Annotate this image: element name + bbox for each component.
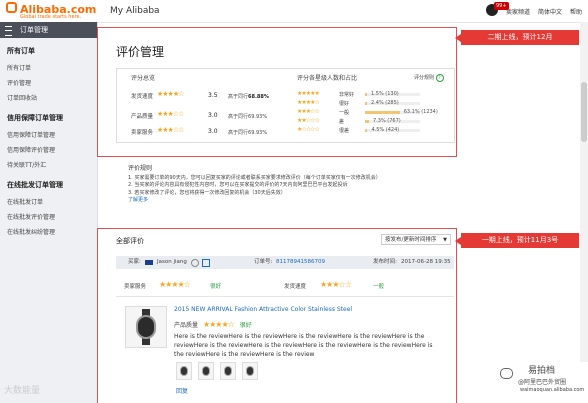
quality-label: 产品质量	[174, 322, 199, 329]
watch-icon	[202, 366, 210, 376]
quality-text: 很好	[239, 322, 252, 329]
clock-icon	[191, 259, 199, 267]
top-bar: Alibaba.com Global trade starts here. My…	[0, 0, 588, 23]
quality-stars: ★★★★☆	[202, 320, 235, 329]
watch-icon	[136, 315, 156, 339]
rules-title: 评价规则	[128, 165, 153, 172]
review-text: Here is the reviewHere is the reviewHere…	[174, 333, 433, 358]
watermark-right-sub: @阿里巴巴外贸圈	[518, 379, 567, 386]
rules-line: 1. 买家需要订单的90天内，您可以回复买家的评论或者联系买家要求修改评价（每个…	[128, 174, 381, 181]
order-number-link[interactable]: 81178941586709	[276, 256, 325, 269]
message-icon[interactable]	[202, 259, 210, 267]
language-link[interactable]: 简体中文	[538, 7, 562, 16]
sidebar-header-label: 订单管理	[20, 26, 48, 34]
product-title-link[interactable]: 2015 NEW ARRIVAL Fashion Attractive Colo…	[174, 306, 352, 313]
shipping-text: 一般	[373, 284, 385, 290]
shipping-stars: ★★★☆☆	[320, 280, 352, 289]
sidebar: 订单管理 所有订单 所有订单 评价管理 订单回收站 信用保障订单管理 信用保障订…	[0, 22, 98, 403]
seller-channel-link[interactable]: 卖家频道	[506, 7, 530, 16]
sidebar-item-wholesale-disputes[interactable]: 在线批发纠纷管理	[0, 224, 97, 239]
chevron-down-icon: ▼	[443, 237, 447, 243]
sidebar-item-trade-assurance-reviews[interactable]: 信用保障评价管理	[0, 142, 97, 157]
sidebar-section-title: 所有订单	[7, 47, 35, 55]
watch-icon	[224, 366, 232, 376]
scrollbar-thumb[interactable]	[581, 82, 587, 142]
all-reviews-title: 全部评价	[116, 237, 144, 245]
user-avatar[interactable]: 99+	[485, 2, 509, 18]
rules-line: 3. 若买家修改了评论，您也将获得一次修改回复的机会（30天后失效）	[128, 189, 286, 196]
notification-badge: 99+	[493, 2, 509, 10]
flag-icon	[145, 260, 153, 265]
sidebar-section-title: 在线批发订单管理	[7, 181, 63, 189]
watch-icon	[180, 366, 188, 376]
review-time: 2017-06-28 19:35	[401, 259, 451, 265]
reply-link[interactable]: 回复	[176, 386, 188, 395]
review-image-thumb[interactable]	[198, 362, 214, 380]
sidebar-item-wholesale-orders[interactable]: 在线批发订单	[0, 194, 97, 209]
review-image-thumb[interactable]	[242, 362, 258, 380]
sidebar-header[interactable]: 订单管理	[0, 22, 97, 38]
help-link[interactable]: 帮助	[570, 7, 582, 16]
buyer-name[interactable]: Jason jiang	[157, 256, 187, 269]
top-right-nav: 99+ 卖家频道 简体中文 帮助	[485, 2, 582, 18]
divider	[116, 296, 454, 297]
callout-phase1: 一期上线，预计11月3号	[455, 233, 579, 248]
review-image-thumb[interactable]	[176, 362, 192, 380]
alibaba-logo-icon	[6, 2, 17, 13]
callout-phase2: 二期上线，预计12月	[455, 30, 579, 45]
buyer-label: 买家:	[128, 259, 141, 265]
product-image[interactable]	[125, 306, 167, 348]
review-rules: 评价规则 1. 买家需要订单的90天内，您可以回复买家的评论或者联系买家要求修改…	[128, 165, 448, 205]
product-quality-row: 产品质量 ★★★★☆ 很好	[174, 320, 252, 329]
time-label: 发布时间:	[373, 259, 397, 265]
review-header-row: 买家: Jason jiang 订单号: 81178941586709 发布时间…	[116, 256, 454, 269]
watch-icon	[246, 366, 254, 376]
rules-line: 2. 当买家的评论内容具有侵犯性内容时，您可以在买家提交的评价的7天内向阿里巴巴…	[128, 182, 348, 188]
seller-service-text: 很好	[210, 284, 222, 290]
sort-select[interactable]: 按发布/更新时间排序 ▼	[381, 234, 451, 245]
sidebar-item-trade-assurance-orders[interactable]: 信用保障订单管理	[0, 127, 97, 142]
review-images	[176, 362, 258, 380]
sidebar-item-tt-link[interactable]: 待关联TT/外汇	[0, 157, 97, 172]
sidebar-item-recycle-bin[interactable]: 订单回收站	[0, 90, 97, 105]
shipping-label: 发货速度	[284, 284, 307, 290]
sidebar-item-all-orders[interactable]: 所有订单	[0, 60, 97, 75]
sidebar-item-review-management[interactable]: 评价管理	[0, 75, 97, 90]
sidebar-item-wholesale-reviews[interactable]: 在线批发评价管理	[0, 209, 97, 224]
watermark-right: 易拍档	[528, 366, 556, 376]
sort-select-value: 按发布/更新时间排序	[385, 237, 437, 243]
wechat-icon	[500, 368, 513, 379]
watermark-left: 大数能量	[4, 386, 41, 396]
seller-service-label: 卖家服务	[124, 284, 147, 290]
seller-service-stars: ★★★★☆	[159, 280, 191, 289]
scrollbar[interactable]	[580, 22, 588, 362]
menu-icon[interactable]	[5, 26, 12, 36]
highlight-box-phase2	[97, 27, 457, 157]
order-label: 订单号:	[254, 259, 273, 265]
logo-subtitle: Global trade starts here.	[20, 14, 82, 20]
review-image-thumb[interactable]	[220, 362, 236, 380]
page-heading[interactable]: My Alibaba	[110, 6, 160, 16]
sidebar-section-title: 信用保障订单管理	[7, 114, 63, 122]
watermark-right-url: waimaoquan.alibaba.com	[520, 387, 585, 393]
learn-more-link[interactable]: 了解更多	[128, 197, 448, 205]
